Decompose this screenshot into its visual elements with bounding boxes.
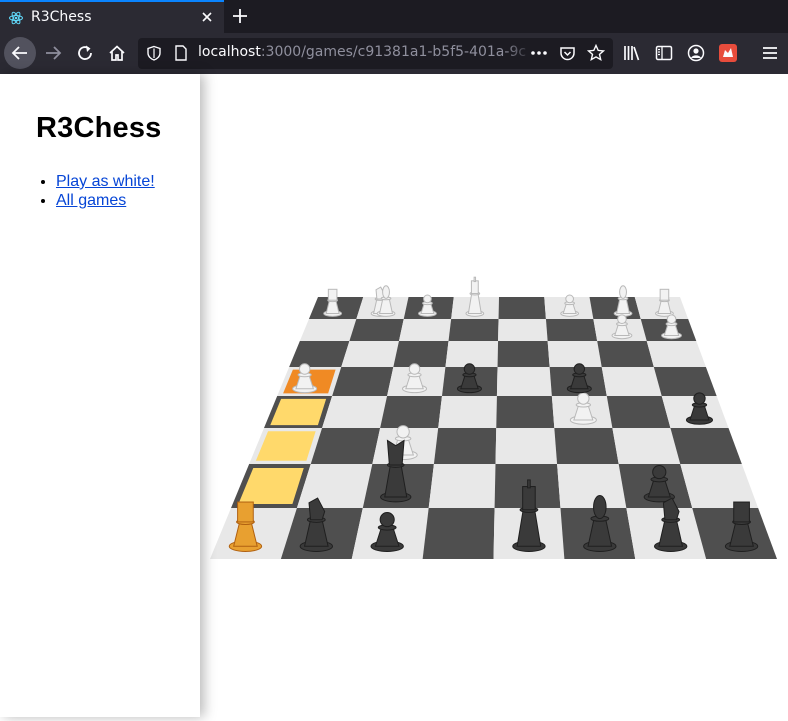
menu-item-play-white: Play as white!: [56, 172, 155, 191]
board-square[interactable]: [557, 464, 627, 508]
board-square[interactable]: [498, 319, 548, 341]
active-tab[interactable]: R3Chess: [0, 0, 224, 33]
back-arrow-icon: [11, 46, 27, 60]
board-square[interactable]: [554, 428, 619, 464]
nav-menu: Play as white! All games: [0, 172, 155, 210]
board-square[interactable]: [428, 464, 496, 508]
pocket-icon[interactable]: [559, 45, 576, 62]
board-square[interactable]: [680, 464, 759, 508]
board-square[interactable]: [332, 367, 394, 396]
sidebar-icon[interactable]: [655, 44, 673, 62]
board-square[interactable]: [497, 341, 550, 367]
board-square[interactable]: [496, 396, 555, 428]
board-square[interactable]: [341, 341, 399, 367]
forward-arrow-icon[interactable]: [44, 44, 62, 62]
tab-title: R3Chess: [31, 9, 92, 25]
board-square[interactable]: [545, 319, 598, 341]
board-square[interactable]: [606, 396, 671, 428]
board-square[interactable]: [589, 297, 641, 319]
url-host: localhost: [198, 44, 261, 60]
board-square[interactable]: [299, 319, 357, 341]
chess-board[interactable]: [200, 74, 788, 717]
reload-icon[interactable]: [76, 44, 94, 62]
board-square[interactable]: [398, 319, 452, 341]
board-square[interactable]: [380, 396, 442, 428]
hamburger-menu-icon[interactable]: [761, 44, 779, 62]
board-square[interactable]: [448, 319, 499, 341]
more-icon[interactable]: [530, 50, 548, 56]
plus-icon[interactable]: [232, 8, 248, 24]
board-square[interactable]: [422, 508, 495, 559]
board-square[interactable]: [495, 428, 558, 464]
menu-item-all-games: All games: [56, 191, 155, 210]
app-sidebar: R3Chess Play as white! All games: [0, 74, 200, 717]
page-title: R3Chess: [36, 112, 162, 144]
back-button[interactable]: [4, 37, 36, 69]
library-icon[interactable]: [623, 44, 641, 62]
board-square[interactable]: [498, 297, 546, 319]
board-square[interactable]: [496, 367, 552, 396]
shield-icon[interactable]: [146, 45, 162, 61]
page-icon[interactable]: [174, 45, 188, 61]
board-square[interactable]: [612, 428, 681, 464]
tab-strip: R3Chess: [0, 0, 788, 33]
url-path: :3000/games/c91381a1-b5f5-401a-9c: [260, 44, 527, 60]
board-square[interactable]: [438, 396, 497, 428]
board-square[interactable]: [670, 428, 742, 464]
star-icon[interactable]: [587, 44, 605, 62]
board-squares: [210, 297, 777, 559]
board-square[interactable]: [310, 428, 381, 464]
board-square[interactable]: [393, 341, 449, 367]
board-square[interactable]: [547, 341, 602, 367]
board-square[interactable]: [445, 341, 499, 367]
board-square[interactable]: [433, 428, 497, 464]
extension-icon[interactable]: [719, 44, 737, 62]
url-text[interactable]: localhost:3000/games/c91381a1-b5f5-401a-…: [198, 44, 526, 60]
home-icon[interactable]: [108, 44, 126, 62]
react-favicon-icon: [9, 11, 23, 25]
board-square[interactable]: [601, 367, 662, 396]
board-square[interactable]: [289, 341, 350, 367]
board-square[interactable]: [646, 341, 706, 367]
chess-board-view[interactable]: [200, 74, 788, 717]
all-games-link[interactable]: All games: [56, 192, 126, 209]
close-icon[interactable]: [200, 10, 214, 24]
navigation-toolbar: localhost:3000/games/c91381a1-b5f5-401a-…: [0, 33, 788, 74]
address-bar[interactable]: localhost:3000/games/c91381a1-b5f5-401a-…: [138, 38, 613, 69]
white-king-piece[interactable]: [465, 276, 485, 317]
board-square[interactable]: [597, 341, 654, 367]
board-square[interactable]: [349, 319, 404, 341]
play-as-white-link[interactable]: Play as white!: [56, 173, 155, 190]
board-square[interactable]: [653, 367, 717, 396]
account-icon[interactable]: [687, 44, 705, 62]
board-square[interactable]: [322, 396, 388, 428]
